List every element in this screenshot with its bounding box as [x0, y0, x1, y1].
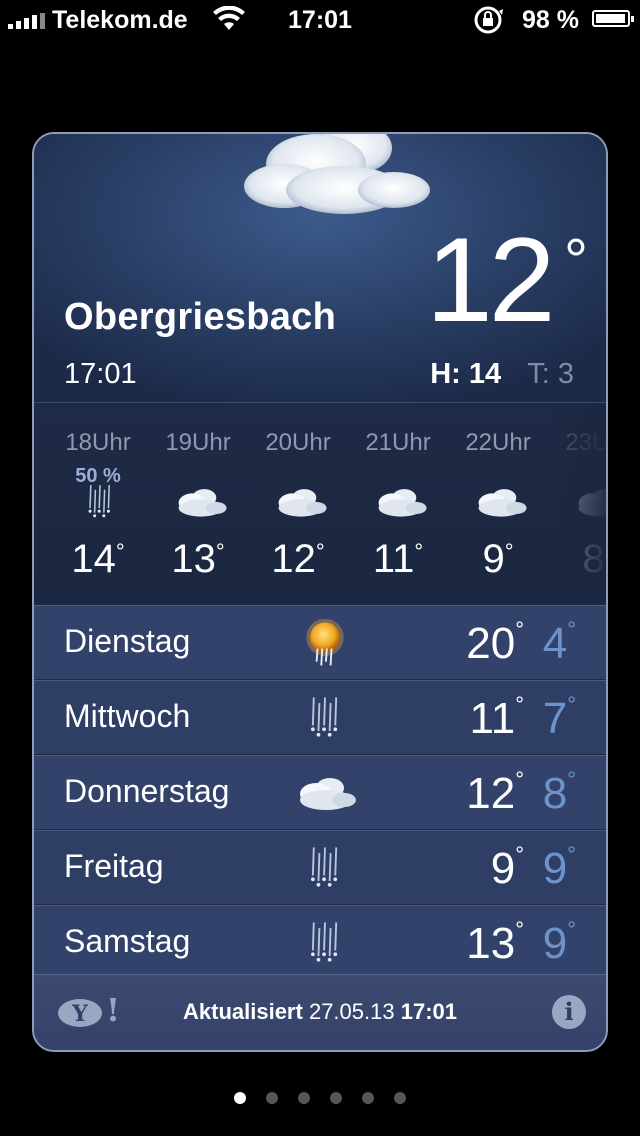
hour-temperature: 12°: [271, 537, 325, 581]
hourly-forecast[interactable]: 18Uhr 50 % 14° 19Uhr 13° 20Uhr 12° 21Uhr…: [34, 402, 606, 605]
updated-time: 17:01: [400, 999, 457, 1024]
day-row: Donnerstag 12° 8°: [34, 754, 606, 829]
page-dot[interactable]: [298, 1092, 310, 1104]
scroll-fade: [546, 403, 606, 605]
current-temperature: 12: [426, 213, 555, 347]
day-low: 7°: [542, 692, 576, 743]
last-updated: Aktualisiert 27.05.13 17:01: [34, 999, 606, 1025]
local-time: 17:01: [64, 358, 137, 390]
updated-date: 27.05.13: [308, 999, 395, 1024]
hourly-item: 20Uhr 12°: [248, 403, 348, 605]
page-dot[interactable]: [234, 1092, 246, 1104]
hour-temperature: 13°: [171, 537, 225, 581]
hour-temperature: 14°: [71, 537, 125, 581]
cloudy-icon: [244, 134, 430, 214]
high-low: H: 14 T: 3: [430, 358, 574, 391]
page-dot[interactable]: [362, 1092, 374, 1104]
low-value: 3: [557, 358, 574, 390]
page-dot[interactable]: [330, 1092, 342, 1104]
cloudy-icon: [290, 765, 360, 821]
high-value: 14: [468, 358, 502, 390]
cloudy-icon: [270, 479, 330, 525]
day-low: 4°: [542, 617, 576, 668]
rain-icon: [290, 690, 360, 746]
page-dot[interactable]: [266, 1092, 278, 1104]
weather-card[interactable]: Obergriesbach 17:01 12 ° H: 14 T: 3 18Uh…: [32, 132, 608, 1052]
low-label: T:: [527, 358, 550, 390]
rain-icon: [290, 840, 360, 896]
day-row: Samstag 13° 9°: [34, 904, 606, 979]
battery-percent: 98 %: [522, 6, 579, 34]
hour-label: 22Uhr: [465, 429, 531, 456]
hourly-item: 18Uhr 50 % 14°: [48, 403, 148, 605]
battery-icon: [592, 10, 634, 27]
hourly-item: 19Uhr 13°: [148, 403, 248, 605]
degree-symbol: °: [564, 227, 588, 294]
day-name: Freitag: [64, 848, 164, 884]
hour-label: 20Uhr: [265, 429, 331, 456]
hour-temperature: 9°: [482, 537, 514, 581]
day-low: 8°: [542, 767, 576, 818]
day-high: 20°: [466, 617, 524, 668]
day-row: Dienstag 20° 4°: [34, 604, 606, 679]
hour-label: 19Uhr: [165, 429, 231, 456]
hourly-item: 21Uhr 11°: [348, 403, 448, 605]
sun-rain-icon: [290, 615, 360, 671]
day-high: 13°: [466, 917, 524, 968]
low-temp: T: 3: [527, 358, 574, 390]
info-button[interactable]: i: [552, 995, 586, 1029]
hour-label: 18Uhr: [65, 429, 131, 456]
day-low: 9°: [542, 842, 576, 893]
page-indicator[interactable]: [0, 1092, 640, 1104]
day-name: Mittwoch: [64, 698, 191, 734]
day-row: Freitag 9° 9°: [34, 829, 606, 904]
updated-label: Aktualisiert: [183, 999, 303, 1024]
current-conditions: Obergriesbach 17:01 12 ° H: 14 T: 3: [34, 134, 606, 402]
hour-temperature: 11°: [372, 537, 424, 581]
card-footer: Y ! Aktualisiert 27.05.13 17:01 i: [34, 974, 606, 1050]
day-row: Mittwoch 11° 7°: [34, 679, 606, 754]
day-high: 11°: [469, 692, 525, 743]
day-low: 9°: [542, 917, 576, 968]
day-high: 12°: [466, 767, 524, 818]
day-high: 9°: [490, 842, 524, 893]
high-label: H:: [430, 358, 461, 390]
cloudy-icon: [170, 479, 230, 525]
hourly-item: 22Uhr 9°: [448, 403, 548, 605]
cloudy-icon: [370, 479, 430, 525]
city-name: Obergriesbach: [64, 296, 337, 338]
rotation-lock-icon: [474, 6, 503, 34]
rain-icon: [290, 915, 360, 971]
cloudy-icon: [470, 479, 530, 525]
day-name: Donnerstag: [64, 773, 230, 809]
hour-label: 21Uhr: [365, 429, 431, 456]
page-dot[interactable]: [394, 1092, 406, 1104]
daily-forecast: Dienstag 20° 4° Mittwoch 11° 7° Donnerst…: [34, 604, 606, 979]
day-name: Samstag: [64, 923, 191, 959]
status-bar: Telekom.de 17:01 98 %: [0, 0, 640, 40]
rain-icon: [70, 479, 130, 525]
day-name: Dienstag: [64, 623, 191, 659]
